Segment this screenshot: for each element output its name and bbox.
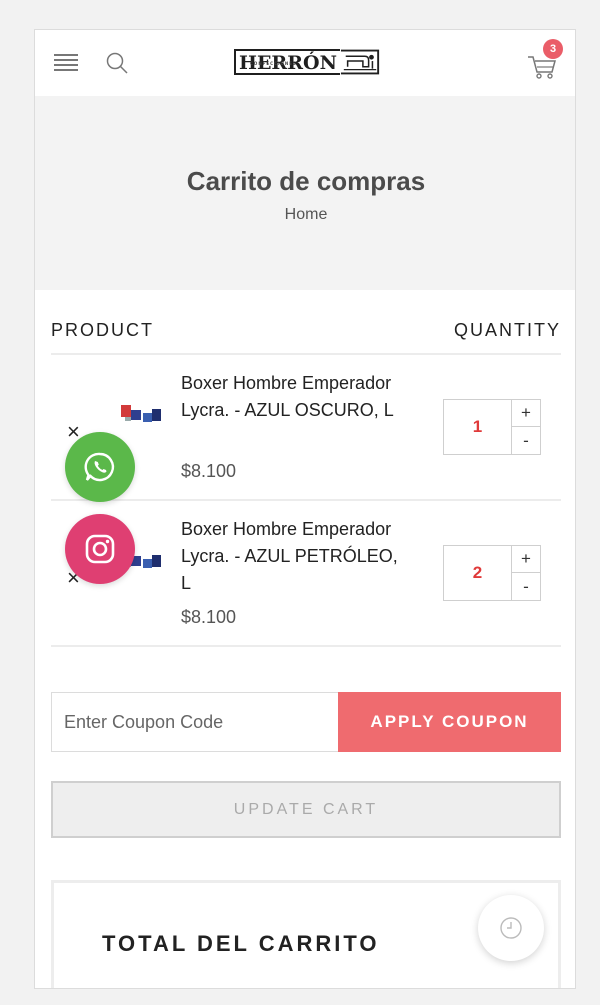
apply-coupon-button[interactable]: APPLY COUPON [338, 692, 561, 752]
cart-button[interactable]: 3 [525, 39, 563, 82]
instagram-icon [85, 534, 115, 564]
quantity-input[interactable]: 2 [444, 546, 512, 600]
history-float-button[interactable] [478, 895, 544, 961]
page-title: Carrito de compras [186, 166, 426, 196]
whatsapp-float-button[interactable] [65, 432, 135, 502]
coupon-form: APPLY COUPON [51, 692, 561, 752]
breadcrumb-home-link[interactable]: Home [35, 206, 575, 224]
page-hero: Carrito de compras Home [35, 96, 575, 290]
cart-totals-title: TOTAL DEL CARRITO [102, 931, 380, 956]
product-name-link[interactable]: Boxer Hombre Emperador Lycra. - AZUL PET… [181, 516, 411, 597]
quantity-input[interactable]: 1 [444, 400, 512, 454]
whatsapp-icon [84, 452, 115, 482]
instagram-float-button[interactable] [65, 514, 135, 584]
column-header-quantity: QUANTITY [453, 320, 561, 340]
quantity-increase-button[interactable]: + [512, 546, 540, 573]
hamburger-menu-icon[interactable] [54, 54, 78, 72]
quantity-decrease-button[interactable]: - [512, 573, 540, 600]
cart-count-badge: 3 [543, 39, 563, 59]
sewing-machine-icon [340, 49, 380, 75]
cart-table-header: PRODUCT QUANTITY [51, 290, 561, 355]
search-icon[interactable] [105, 51, 129, 75]
quantity-increase-button[interactable]: + [512, 400, 540, 427]
site-header: HERRÓN CONFECCIONES 3 [35, 30, 575, 96]
column-header-product: PRODUCT [51, 320, 154, 340]
quantity-stepper: 2 + - [443, 545, 541, 601]
logo-wordmark: HERRÓN CONFECCIONES [234, 49, 340, 75]
product-price: $8.100 [181, 607, 237, 627]
site-logo[interactable]: HERRÓN CONFECCIONES [234, 44, 380, 80]
product-thumbnail[interactable] [117, 401, 165, 437]
clock-icon [500, 917, 522, 939]
update-cart-button[interactable]: UPDATE CART [51, 781, 561, 838]
quantity-stepper: 1 + - [443, 399, 541, 455]
mobile-page: HERRÓN CONFECCIONES 3 Carrito de compras [34, 29, 576, 989]
cart-item-row: × Boxer Hombre Emperador Lycra. - AZUL P… [51, 501, 561, 647]
coupon-code-input[interactable] [51, 692, 338, 752]
product-name-link[interactable]: Boxer Hombre Emperador Lycra. - AZUL OSC… [181, 370, 411, 424]
quantity-decrease-button[interactable]: - [512, 427, 540, 454]
logo-subtext: CONFECCIONES [250, 61, 297, 66]
product-price: $8.100 [181, 461, 237, 481]
